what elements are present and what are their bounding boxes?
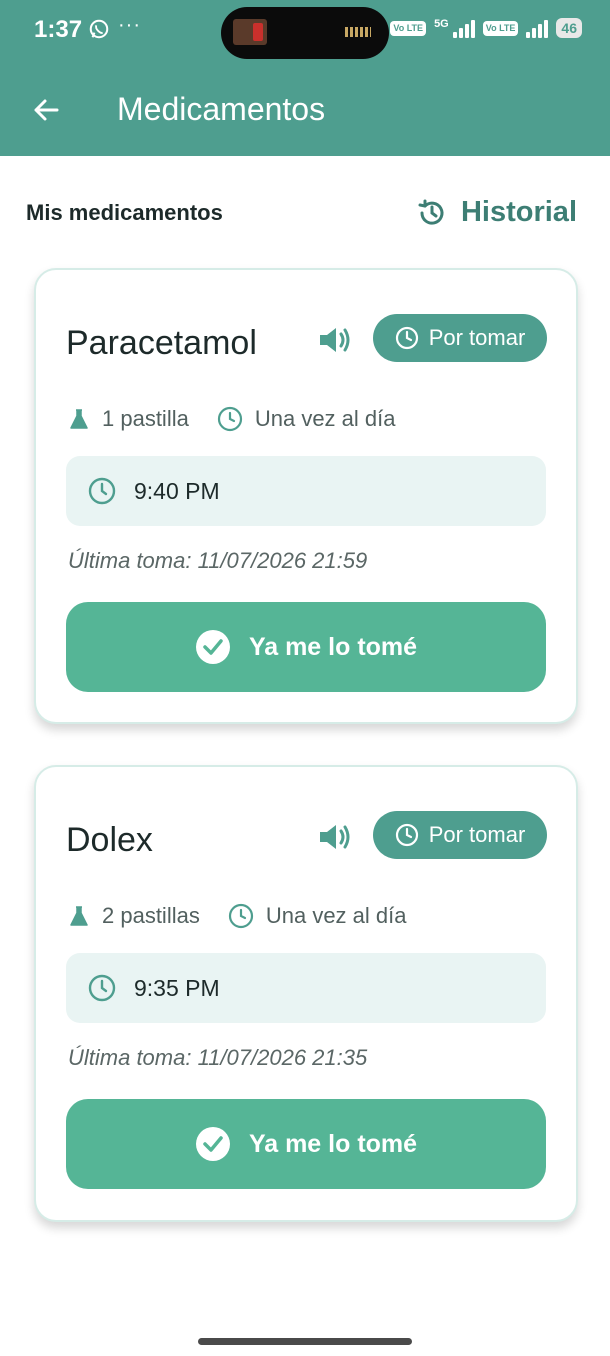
dose-info: 2 pastillas Una vez al día xyxy=(68,903,406,929)
signal-icon-2 xyxy=(526,18,549,38)
medication-name: Dolex xyxy=(66,821,153,859)
dose-text: 1 pastilla xyxy=(102,406,189,431)
clock-icon xyxy=(395,326,418,350)
history-button[interactable]: Historial xyxy=(417,196,577,229)
volte-badge: Vo LTE xyxy=(390,20,427,36)
clock-icon xyxy=(217,406,242,432)
status-icons: Vo LTE 5G Vo LTE 46 xyxy=(390,18,582,38)
dose-text: 2 pastillas xyxy=(102,903,200,928)
check-circle-icon xyxy=(195,630,230,664)
last-taken-text: Última toma: 11/07/2026 21:59 xyxy=(68,548,368,573)
status-label: Por tomar xyxy=(428,325,526,350)
frequency-text: Una vez al día xyxy=(265,903,407,928)
clock-icon xyxy=(395,823,418,847)
status-bar: 1:37 ··· Vo LTE 5G Vo LTE 46 xyxy=(0,0,610,64)
whatsapp-icon xyxy=(89,19,109,39)
arrow-left-icon[interactable] xyxy=(30,94,62,126)
check-circle-icon xyxy=(195,1127,230,1161)
flask-icon xyxy=(70,409,88,429)
status-badge[interactable]: Por tomar xyxy=(373,811,547,859)
status-label: Por tomar xyxy=(428,822,526,847)
medication-card: Paracetamol Por tomar 1 pastilla Una vez… xyxy=(34,268,578,724)
clock-icon xyxy=(88,974,116,1002)
clock-icon xyxy=(88,477,116,505)
medication-name: Paracetamol xyxy=(66,324,257,362)
volte-badge-2: Vo LTE xyxy=(482,20,519,36)
taken-button[interactable]: Ya me lo tomé xyxy=(66,1099,546,1189)
history-label: Historial xyxy=(460,196,577,228)
home-indicator[interactable] xyxy=(198,1338,412,1345)
app-bar: Medicamentos xyxy=(0,64,610,156)
media-thumbnail xyxy=(233,19,267,45)
scheduled-time: 9:40 PM xyxy=(66,456,546,526)
status-badge[interactable]: Por tomar xyxy=(373,314,547,362)
speaker-icon[interactable] xyxy=(318,324,352,356)
status-time: 1:37 xyxy=(34,16,83,43)
signal-icon xyxy=(452,18,475,38)
dose-info: 1 pastilla Una vez al día xyxy=(68,406,395,432)
section-title: Mis medicamentos xyxy=(26,200,223,225)
flask-icon xyxy=(70,906,88,926)
taken-button-label: Ya me lo tomé xyxy=(248,632,418,661)
camera-island xyxy=(221,7,389,59)
history-icon xyxy=(418,199,444,225)
time-text: 9:35 PM xyxy=(134,974,220,1001)
frequency-text: Una vez al día xyxy=(254,406,396,431)
taken-button-label: Ya me lo tomé xyxy=(248,1129,418,1158)
taken-button[interactable]: Ya me lo tomé xyxy=(66,602,546,692)
more-notifications-icon: ··· xyxy=(118,14,141,36)
time-text: 9:40 PM xyxy=(134,477,220,504)
last-taken-text: Última toma: 11/07/2026 21:35 xyxy=(68,1045,368,1070)
speaker-icon[interactable] xyxy=(318,821,352,853)
battery-icon: 46 xyxy=(556,18,582,38)
scheduled-time: 9:35 PM xyxy=(66,953,546,1023)
audio-bars-icon xyxy=(345,27,371,37)
medication-card: Dolex Por tomar 2 pastillas Una vez al d… xyxy=(34,765,578,1222)
network-type: 5G xyxy=(434,18,449,30)
page-title: Medicamentos xyxy=(117,91,326,127)
clock-icon xyxy=(228,903,253,929)
